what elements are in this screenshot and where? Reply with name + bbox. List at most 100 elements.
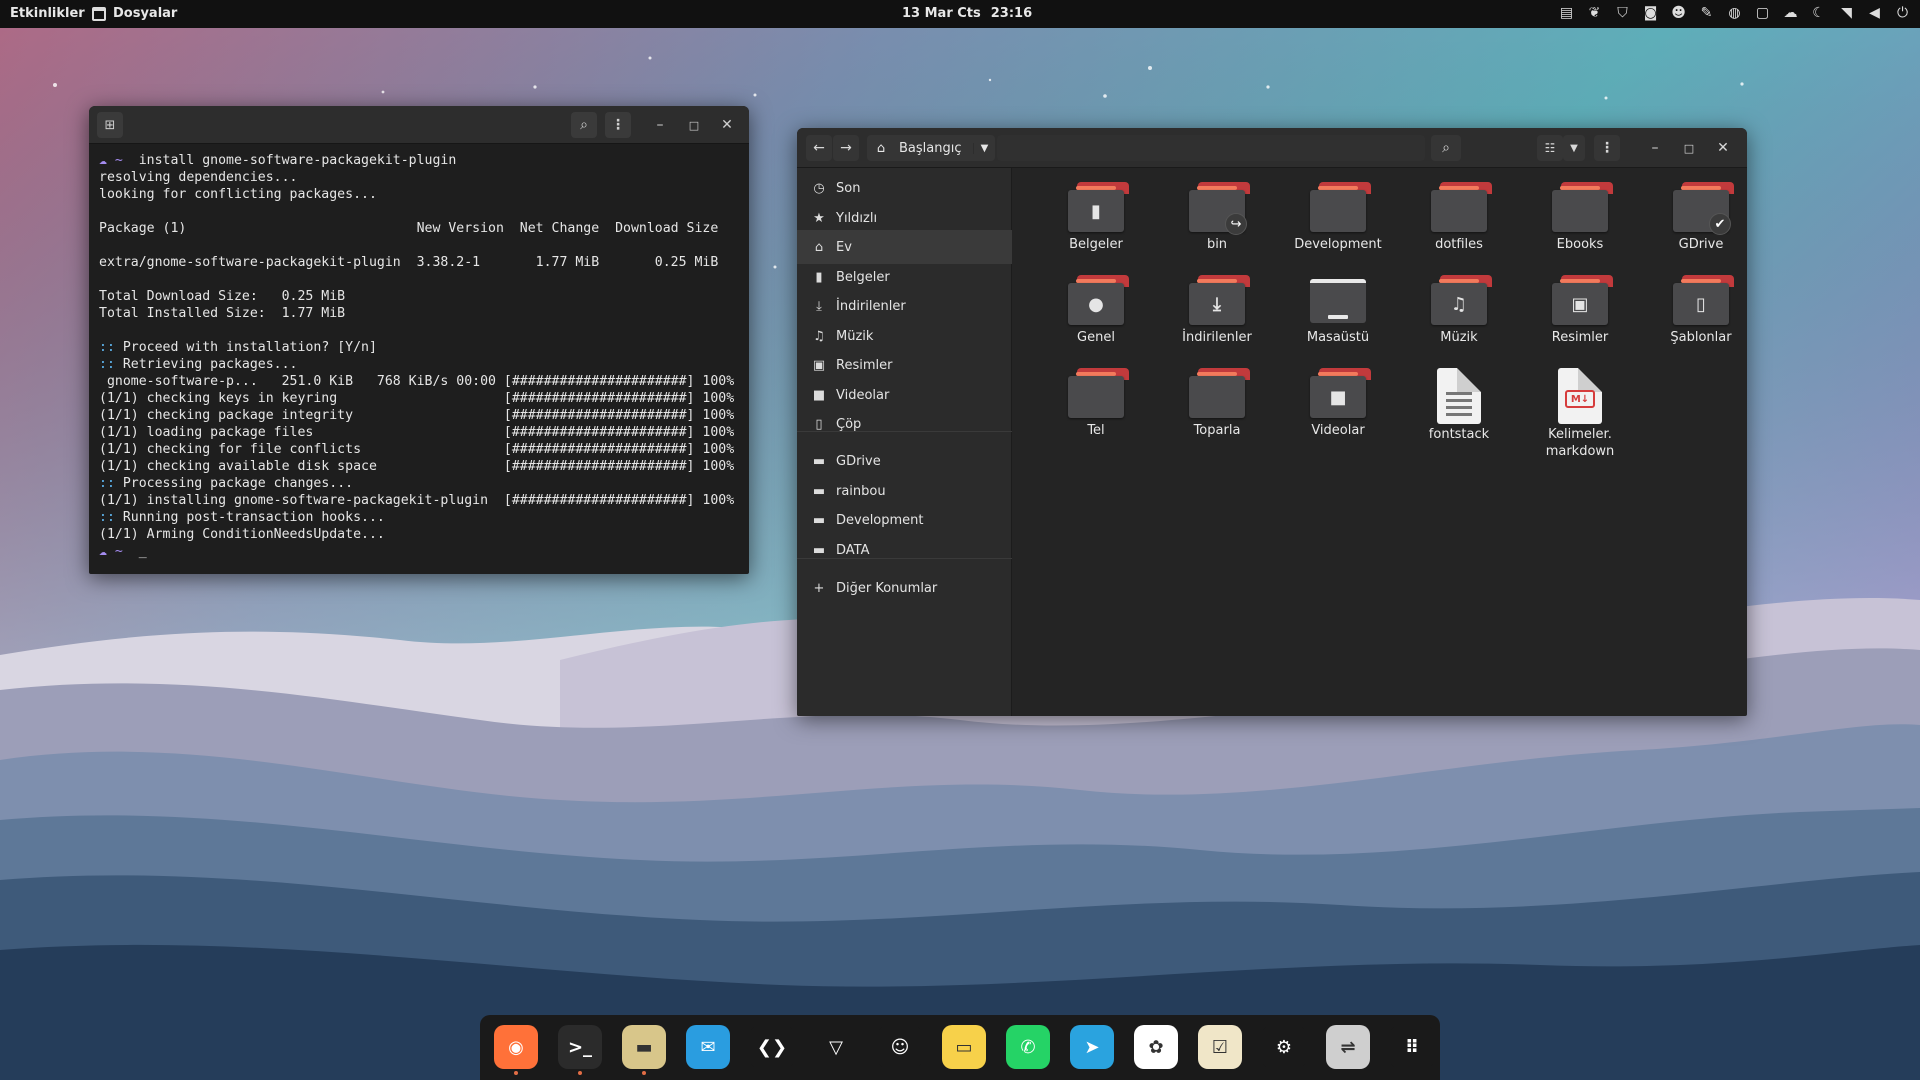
gdrive-folder-icon: ✔: [1673, 182, 1734, 235]
terminal-line-text: looking for conflicting packages...: [99, 187, 377, 202]
sidebar-item-i-ndirilenler[interactable]: ⤓ İndirilenler: [797, 289, 1012, 323]
home-icon: ⌂: [876, 140, 886, 156]
terminal-line-text: install gnome-software-packagekit-plugin: [130, 153, 457, 168]
terminal-window[interactable]: ⊞ ⌕ ⋮ – □ ✕ ☁ ~ install gnome-software-p…: [89, 106, 749, 574]
terminal-line: (1/1) installing gnome-software-packagek…: [99, 492, 739, 509]
file-item[interactable]: ♫ Müzik: [1404, 275, 1514, 346]
mail-icon[interactable]: ✉: [686, 1025, 730, 1069]
minimize-icon[interactable]: –: [1643, 135, 1667, 161]
chevron-down-icon[interactable]: ▼: [1563, 135, 1585, 161]
file-item[interactable]: ■ Videolar: [1283, 368, 1393, 439]
back-arrow-icon[interactable]: ←: [806, 135, 832, 161]
file-item-label: Tel: [1087, 423, 1105, 438]
forward-arrow-icon[interactable]: →: [833, 135, 859, 161]
terminal-line: :: Running post-transaction hooks...: [99, 509, 739, 526]
sidebar-item-label: Son: [836, 180, 861, 196]
sidebar-item--p[interactable]: ▯ Çöp: [797, 407, 1012, 441]
app-menu-button[interactable]: Dosyalar: [92, 6, 177, 21]
file-item-label: İndirilenler: [1182, 330, 1252, 345]
shield-icon[interactable]: ⛉: [1613, 5, 1632, 21]
file-item-label: Videolar: [1311, 423, 1365, 438]
sidebar-item-ev[interactable]: ⌂ Ev: [797, 230, 1012, 264]
files-icon[interactable]: ▬: [622, 1025, 666, 1075]
whatsapp-icon[interactable]: ✆: [1006, 1025, 1050, 1069]
sidebar-item-resimler[interactable]: ▣ Resimler: [797, 348, 1012, 382]
notes-icon[interactable]: ▭: [942, 1025, 986, 1069]
clipboard-icon[interactable]: ▢: [1753, 5, 1772, 21]
file-item[interactable]: ● Genel: [1041, 275, 1151, 346]
sidebar-item-development[interactable]: ▬ Development: [797, 503, 1012, 537]
terminal-line: Total Installed Size: 1.77 MiB: [99, 305, 739, 322]
new-tab-icon[interactable]: ⊞: [97, 112, 123, 138]
path-bar[interactable]: ⌂ Başlangıç ▼: [867, 135, 995, 161]
file-item[interactable]: Toparla: [1162, 368, 1272, 439]
terminal-output[interactable]: ☁ ~ install gnome-software-packagekit-pl…: [89, 144, 749, 568]
file-item[interactable]: ⤓ İndirilenler: [1162, 275, 1272, 346]
file-item[interactable]: ✔ GDrive: [1646, 182, 1747, 253]
volume-icon[interactable]: ◀: [1865, 5, 1884, 21]
clock-button[interactable]: 13 Mar Cts 23:16: [902, 6, 1032, 21]
list-view-icon[interactable]: ☷: [1537, 135, 1563, 161]
file-item[interactable]: ▯ Şablonlar: [1646, 275, 1747, 346]
link-emblem-icon: ↪: [1225, 213, 1247, 235]
menu-icon[interactable]: ⋮: [605, 112, 631, 138]
file-item[interactable]: M↓ Kelimeler. markdown: [1525, 368, 1635, 460]
sidebar-item-son[interactable]: ◷ Son: [797, 171, 1012, 205]
firefox-icon[interactable]: ◉: [494, 1025, 538, 1075]
sidebar-item-di-er-konumlar[interactable]: + Diğer Konumlar: [797, 571, 1012, 605]
file-item[interactable]: dotfiles: [1404, 182, 1514, 253]
leaf-icon[interactable]: ❦: [1585, 5, 1604, 21]
tasks-icon[interactable]: ☑: [1198, 1025, 1242, 1069]
display-icon[interactable]: ▤: [1557, 5, 1576, 21]
steam-icon[interactable]: ⚙: [1262, 1025, 1306, 1069]
terminal-line: extra/gnome-software-packagekit-plugin 3…: [99, 254, 739, 271]
face-icon[interactable]: ☻: [1669, 5, 1688, 21]
file-item[interactable]: ▮ Belgeler: [1041, 182, 1151, 253]
file-item[interactable]: Tel: [1041, 368, 1151, 439]
terminal-line-text: (1/1) Arming ConditionNeedsUpdate...: [99, 527, 385, 542]
file-item[interactable]: Masaüstü: [1283, 275, 1393, 346]
photos-icon[interactable]: ✿: [1134, 1025, 1178, 1069]
sidebar-item-gdrive[interactable]: ▬ GDrive: [797, 444, 1012, 478]
maximize-icon[interactable]: □: [681, 112, 707, 138]
file-item[interactable]: ↪ bin: [1162, 182, 1272, 253]
activities-button[interactable]: Etkinlikler: [10, 6, 85, 21]
power-icon[interactable]: ⏻: [1893, 5, 1912, 21]
file-item[interactable]: fontstack: [1404, 368, 1514, 443]
sidebar-item-label: Çöp: [836, 416, 862, 432]
maximize-icon[interactable]: □: [1677, 135, 1701, 161]
close-icon[interactable]: ✕: [1711, 135, 1735, 161]
chevron-down-icon[interactable]: ▼: [973, 142, 995, 154]
system-tray[interactable]: ▤ ❦ ⛉ ◙ ☻ ✎ ◍ ▢ ☁ ☾ ◥ ◀ ⏻: [1557, 5, 1912, 21]
terminal-line: (1/1) checking package integrity [######…: [99, 407, 739, 424]
files-headerbar[interactable]: ← → ⌂ Başlangıç ▼ ⌕ ☷ ▼ ⋮ – □ ✕: [797, 128, 1747, 168]
files-window[interactable]: ← → ⌂ Başlangıç ▼ ⌕ ☷ ▼ ⋮ – □ ✕ ◷ Son ★ Yıl…: [797, 128, 1747, 716]
terminal-line-text: Running post-transaction hooks...: [122, 510, 385, 525]
avatar-icon[interactable]: ☺: [878, 1025, 922, 1069]
terminal-line-text: Total Download Size: 0.25 MiB: [99, 289, 346, 304]
terminal-icon[interactable]: >_: [558, 1025, 602, 1075]
sidebar-item-data[interactable]: ▬ DATA: [797, 533, 1012, 567]
vscode-icon[interactable]: ❮❯: [750, 1025, 794, 1069]
file-item[interactable]: Ebooks: [1525, 182, 1635, 253]
wifi-icon[interactable]: ◥: [1837, 5, 1856, 21]
night-light-icon[interactable]: ☾: [1809, 5, 1828, 21]
file-item[interactable]: Development: [1283, 182, 1393, 253]
menu-icon[interactable]: ⋮: [1594, 135, 1620, 161]
tweaks-icon[interactable]: ⇌: [1326, 1025, 1370, 1069]
close-icon[interactable]: ✕: [714, 112, 740, 138]
search-icon[interactable]: ⌕: [1431, 135, 1461, 161]
pen-icon[interactable]: ✎: [1697, 5, 1716, 21]
camera-icon[interactable]: ◙: [1641, 5, 1660, 21]
app-grid-icon[interactable]: ⠿: [1390, 1025, 1434, 1069]
steam-icon[interactable]: ◍: [1725, 5, 1744, 21]
minimize-icon[interactable]: –: [647, 112, 673, 138]
search-icon[interactable]: ⌕: [571, 112, 597, 138]
telegram-icon[interactable]: ➤: [1070, 1025, 1114, 1069]
protonvpn-icon[interactable]: ▽: [814, 1025, 858, 1069]
document-icon: ▮: [815, 269, 823, 285]
terminal-headerbar[interactable]: ⊞ ⌕ ⋮ – □ ✕: [89, 106, 749, 144]
cloud-icon[interactable]: ☁: [1781, 5, 1800, 21]
file-item[interactable]: ▣ Resimler: [1525, 275, 1635, 346]
